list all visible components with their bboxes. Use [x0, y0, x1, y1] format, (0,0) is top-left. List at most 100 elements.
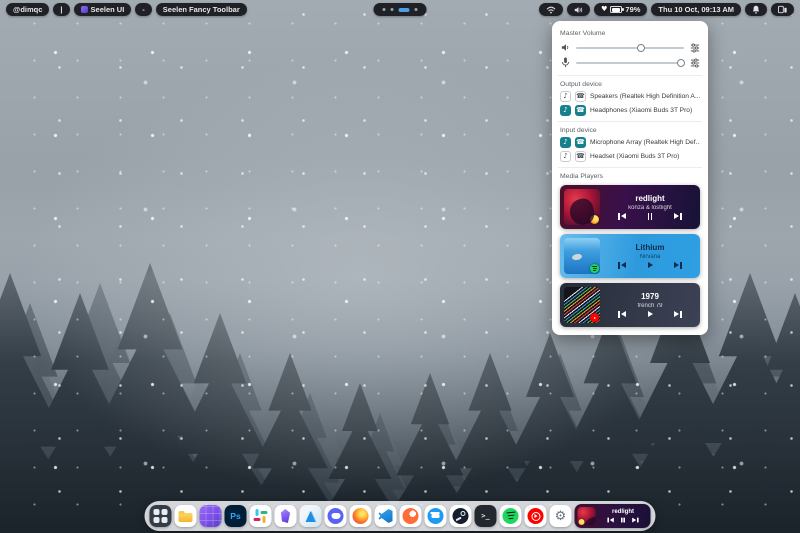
seelen-logo-icon: [81, 6, 88, 13]
comm-role-icon[interactable]: ☎: [575, 91, 586, 102]
speaker-volume-slider[interactable]: [576, 47, 684, 49]
input-device-row[interactable]: ♪ ☎ Microphone Array (Realtek High Def..…: [560, 137, 700, 148]
layout-icon: [778, 5, 787, 14]
youtube-music-badge-icon: [590, 313, 599, 322]
track-title: Lithium: [604, 243, 696, 252]
youtube-music-icon[interactable]: [525, 505, 547, 527]
track-title: redlight: [604, 194, 696, 203]
workspace-active-indicator[interactable]: [399, 8, 410, 12]
vscode-icon[interactable]: [375, 505, 397, 527]
play-pause-button[interactable]: [621, 517, 625, 522]
volume-flyout: Master Volume Output device: [552, 21, 708, 335]
obsidian-icon[interactable]: [275, 505, 297, 527]
media-player-card: 1979 french 79: [560, 283, 700, 327]
seelen-ui-app-icon[interactable]: [200, 505, 222, 527]
music-role-icon[interactable]: ♪: [560, 105, 571, 116]
speaker-icon: [574, 6, 583, 14]
previous-button[interactable]: [618, 262, 626, 268]
photoshop-icon[interactable]: Ps: [225, 505, 247, 527]
docker-icon[interactable]: [425, 505, 447, 527]
play-pause-button[interactable]: [648, 213, 653, 219]
music-role-icon[interactable]: ♪: [560, 151, 571, 162]
workspaces-indicator[interactable]: [374, 3, 427, 16]
settings-icon[interactable]: ⚙: [550, 505, 572, 527]
battery-percent: 79%: [625, 5, 640, 14]
input-device-label: Input device: [560, 127, 700, 134]
desktop: @dimqc | Seelen UI - Seelen Fancy Toolba…: [0, 0, 800, 533]
dock: Ps >_ ⚙ redlight: [145, 501, 656, 531]
user-handle-label: @dimqc: [13, 5, 42, 14]
volume-button[interactable]: [567, 3, 590, 16]
wifi-icon: [546, 6, 556, 14]
workspace-dot[interactable]: [383, 8, 386, 11]
heart-icon: ♥: [601, 6, 607, 13]
notifications-button[interactable]: [745, 3, 767, 16]
mic-volume-slider[interactable]: [576, 62, 684, 64]
speaker-low-icon[interactable]: [560, 43, 571, 52]
comm-role-icon[interactable]: ☎: [575, 151, 586, 162]
wifi-button[interactable]: [539, 3, 563, 16]
app-launcher-icon[interactable]: [150, 505, 172, 527]
steam-icon[interactable]: [450, 505, 472, 527]
previous-button[interactable]: [618, 213, 626, 219]
previous-button[interactable]: [618, 311, 626, 317]
next-button[interactable]: [633, 517, 639, 522]
output-device-row[interactable]: ♪ ☎ Speakers (Realtek High Definition A.…: [560, 91, 700, 102]
postman-icon[interactable]: [400, 505, 422, 527]
play-pause-button[interactable]: [648, 311, 653, 317]
media-players-label: Media Players: [560, 173, 700, 180]
track-artist: konza & lostlight: [604, 205, 696, 211]
slack-icon[interactable]: [250, 505, 272, 527]
output-device-row[interactable]: ♪ ☎ Headphones (Xiaomi Buds 3T Pro): [560, 105, 700, 116]
dash-pill: -: [135, 3, 152, 16]
fancy-toolbar-pill[interactable]: Seelen Fancy Toolbar: [156, 3, 247, 16]
user-handle-pill[interactable]: @dimqc: [6, 3, 49, 16]
toolbar-center: [374, 3, 427, 16]
previous-button[interactable]: [607, 517, 613, 522]
separator-pill: |: [53, 3, 69, 16]
seelen-ui-label: Seelen UI: [91, 5, 125, 14]
next-button[interactable]: [674, 262, 682, 268]
file-explorer-icon[interactable]: [175, 505, 197, 527]
device-name: Microphone Array (Realtek High Def...: [590, 139, 700, 146]
media-player-card: redlight konza & lostlight: [560, 185, 700, 229]
comm-role-icon[interactable]: ☎: [575, 105, 586, 116]
telegram-icon[interactable]: [300, 505, 322, 527]
workspace-dot[interactable]: [415, 8, 418, 11]
dock-media-widget[interactable]: redlight: [575, 504, 651, 528]
output-device-label: Output device: [560, 81, 700, 88]
clock[interactable]: Thu 10 Oct, 09:13 AM: [651, 3, 741, 16]
workspace-dot[interactable]: [391, 8, 394, 11]
spotify-icon[interactable]: [500, 505, 522, 527]
speaker-slider-thumb[interactable]: [637, 44, 645, 52]
mic-volume-row: [560, 55, 700, 70]
fancy-toolbar-label: Seelen Fancy Toolbar: [163, 5, 240, 14]
firefox-icon[interactable]: [350, 505, 372, 527]
track-artist: Nirvana: [604, 254, 696, 260]
discord-icon[interactable]: [325, 505, 347, 527]
input-device-row[interactable]: ♪ ☎ Headset (Xiaomi Buds 3T Pro): [560, 151, 700, 162]
battery-status[interactable]: ♥ 79%: [594, 3, 647, 16]
firefox-badge-icon: [579, 519, 585, 525]
microphone-icon[interactable]: [560, 57, 571, 68]
terminal-icon[interactable]: >_: [475, 505, 497, 527]
next-button[interactable]: [674, 311, 682, 317]
music-role-icon[interactable]: ♪: [560, 137, 571, 148]
mixer-icon[interactable]: [689, 58, 700, 68]
widget-album-art: [578, 507, 596, 525]
quick-settings-button[interactable]: [771, 3, 794, 16]
music-role-icon[interactable]: ♪: [560, 91, 571, 102]
media-player-card: Lithium Nirvana: [560, 234, 700, 278]
comm-role-icon[interactable]: ☎: [575, 137, 586, 148]
play-pause-button[interactable]: [648, 262, 653, 268]
divider: [558, 121, 702, 122]
seelen-ui-pill[interactable]: Seelen UI: [74, 3, 132, 16]
mic-slider-thumb[interactable]: [677, 59, 685, 67]
mixer-icon[interactable]: [689, 43, 700, 53]
next-button[interactable]: [674, 213, 682, 219]
album-art: [564, 287, 600, 323]
toolbar-right: ♥ 79% Thu 10 Oct, 09:13 AM: [539, 3, 794, 16]
album-art: [564, 238, 600, 274]
datetime-label: Thu 10 Oct, 09:13 AM: [658, 5, 734, 14]
master-volume-label: Master Volume: [560, 30, 700, 37]
